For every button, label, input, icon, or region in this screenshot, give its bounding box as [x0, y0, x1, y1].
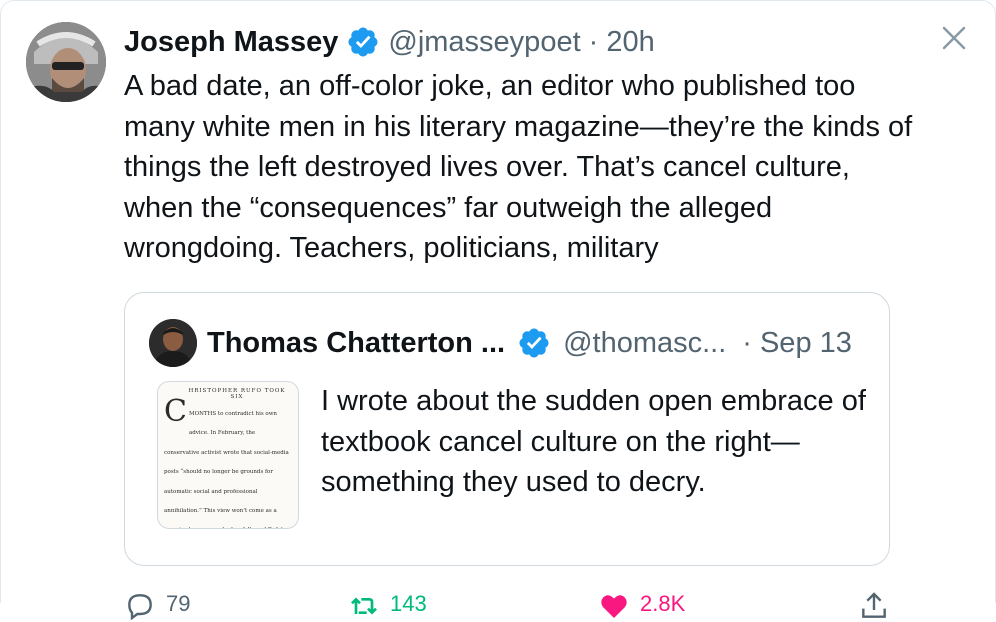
quoted-tweet-text: I wrote about the sudden open embrace of…: [321, 385, 866, 498]
tweet-actions: 79 143 2.8K: [124, 590, 894, 622]
like-button[interactable]: 2.8K: [598, 590, 685, 622]
quoted-author-handle[interactable]: @thomasc...: [563, 327, 726, 360]
quoted-tweet-header: Thomas Chatterton ... @thomasc... · Sep …: [207, 323, 852, 363]
quoted-tweet-timestamp[interactable]: Sep 13: [760, 327, 852, 360]
like-count: 2.8K: [640, 591, 686, 616]
tweet-header: Joseph Massey @jmasseypoet · 20h: [124, 22, 655, 62]
reply-count: 79: [166, 591, 191, 616]
thumbnail-heading: HRISTOPHER RUFO TOOK SIX: [188, 388, 286, 400]
reply-icon: [128, 594, 152, 621]
share-button[interactable]: [858, 590, 890, 622]
retweet-button[interactable]: 143: [348, 590, 427, 622]
share-icon: [862, 592, 886, 618]
quoted-author-avatar[interactable]: [149, 319, 197, 367]
tweet-text: A bad date, an off-color joke, an editor…: [124, 70, 913, 264]
author-avatar[interactable]: [26, 22, 106, 102]
author-handle[interactable]: @jmasseypoet: [388, 26, 580, 59]
quoted-tweet[interactable]: Thomas Chatterton ... @thomasc... · Sep …: [124, 292, 890, 566]
author-name[interactable]: Joseph Massey: [124, 26, 338, 59]
reply-button[interactable]: 79: [124, 590, 190, 622]
article-thumbnail[interactable]: HRISTOPHER RUFO TOOK SIX C MONTHS to con…: [157, 381, 299, 529]
thumbnail-dropcap: C: [164, 394, 187, 429]
retweet-count: 143: [390, 591, 427, 616]
close-icon[interactable]: [940, 24, 968, 52]
like-icon: [601, 595, 627, 618]
quoted-author-name[interactable]: Thomas Chatterton ...: [207, 327, 505, 360]
separator-dot: ·: [742, 326, 752, 359]
tweet-timestamp[interactable]: 20h: [606, 26, 654, 59]
separator-dot: ·: [588, 25, 599, 58]
retweet-icon: [351, 597, 377, 615]
verified-badge-icon: [346, 25, 380, 59]
verified-badge-icon: [517, 326, 551, 360]
